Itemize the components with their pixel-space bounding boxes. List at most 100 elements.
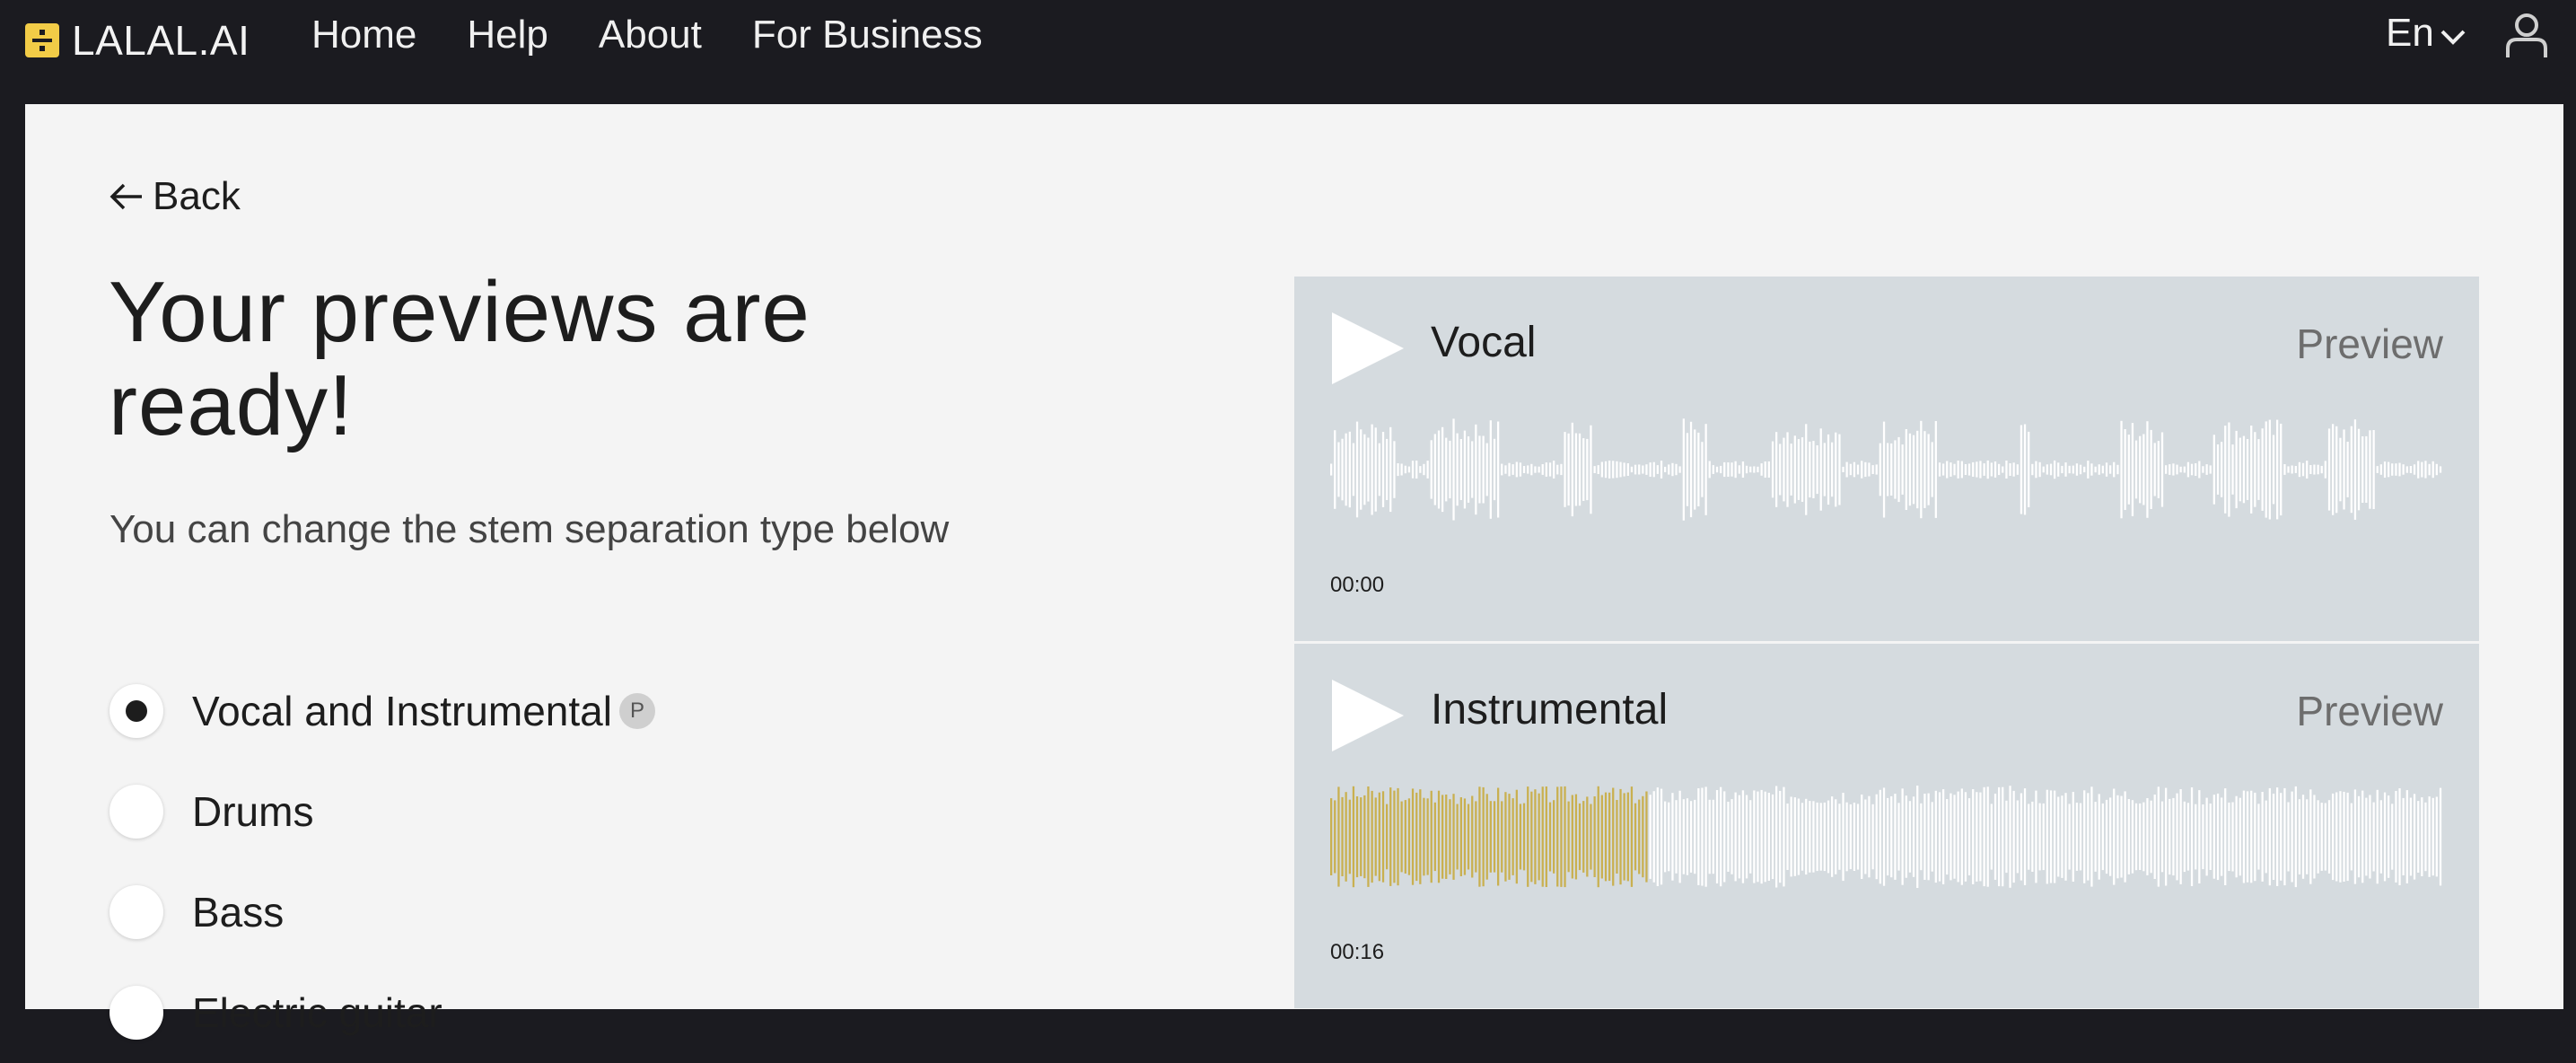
waveform[interactable] [1330, 411, 2443, 528]
waveform-bar [2324, 803, 2326, 871]
waveform-bar [1407, 798, 1411, 875]
waveform-bar [1927, 434, 1930, 505]
waveform-bar [1727, 802, 1730, 872]
waveform-bar [2212, 795, 2215, 879]
waveform-bar [2317, 800, 2319, 874]
waveform-bar [1741, 790, 1745, 883]
play-icon[interactable] [1330, 311, 1406, 386]
waveform-bar [1378, 792, 1380, 882]
waveform-bar [1950, 793, 1952, 881]
waveform-bar [1538, 466, 1540, 473]
user-icon[interactable] [2504, 13, 2549, 59]
waveform-bar [2153, 795, 2156, 879]
waveform-bar [2153, 443, 2156, 496]
waveform-bar [2431, 797, 2434, 876]
waveform-bar [1623, 462, 1625, 477]
option-vocal-instrumental[interactable]: Vocal and Instrumental P [110, 661, 655, 761]
waveform-bar [2176, 464, 2178, 475]
waveform-bar [2186, 803, 2190, 871]
waveform-bar [1993, 794, 1997, 880]
waveform-bar [1856, 804, 1860, 870]
logo[interactable]: LALAL.AI [25, 16, 250, 65]
waveform-bar [1704, 786, 1707, 887]
option-drums[interactable]: Drums [110, 761, 655, 862]
waveform-bar [1497, 787, 1500, 886]
waveform-bar [2075, 803, 2079, 871]
waveform-bar [1712, 465, 1714, 474]
option-bass[interactable]: Bass [110, 862, 655, 962]
waveform-bar [2068, 465, 2071, 474]
waveform[interactable] [1330, 778, 2443, 895]
waveform-bar [1738, 795, 1740, 879]
waveform-bar [1868, 462, 1871, 477]
back-button[interactable]: Back [110, 174, 241, 219]
waveform-bar [1793, 435, 1796, 504]
radio-button[interactable] [110, 885, 163, 939]
nav-about[interactable]: About [599, 13, 702, 57]
waveform-bar [1597, 465, 1599, 474]
waveform-bar [1345, 792, 1347, 882]
waveform-bar [1845, 461, 1848, 478]
waveform-bar [1534, 789, 1537, 884]
waveform-bar [1508, 794, 1511, 880]
waveform-bar [2020, 793, 2023, 881]
waveform-bar [1671, 793, 1674, 881]
waveform-bar [1522, 466, 1526, 473]
waveform-bar [1630, 466, 1634, 473]
waveform-bar [2165, 787, 2168, 886]
waveform-bar [1538, 793, 1540, 881]
main-panel: Back Your previews are ready! You can ch… [25, 104, 2563, 1040]
waveform-bar [2105, 799, 2108, 874]
waveform-bar [2250, 426, 2253, 514]
waveform-bar [1433, 802, 1436, 872]
waveform-bar [1819, 803, 1822, 871]
waveform-bar [1630, 786, 1634, 887]
waveform-bar [2090, 463, 2093, 476]
waveform-bar [1330, 463, 1333, 476]
waveform-bar [1660, 788, 1663, 885]
radio-button[interactable] [110, 785, 163, 839]
waveform-bar [1805, 798, 1808, 875]
language-selector[interactable]: En [2386, 11, 2466, 56]
waveform-bar [2431, 461, 2434, 479]
waveform-bar [2142, 434, 2145, 505]
waveform-bar [1645, 464, 1648, 475]
waveform-bar [2061, 465, 2063, 474]
nav-help[interactable]: Help [467, 13, 548, 57]
waveform-bar [1493, 801, 1496, 873]
radio-button[interactable] [110, 986, 163, 1040]
waveform-bar [1934, 790, 1937, 883]
waveform-bar [1767, 461, 1770, 478]
language-label: En [2386, 11, 2434, 55]
play-icon[interactable] [1330, 678, 1406, 753]
waveform-bar [2428, 463, 2431, 476]
waveform-bar [1861, 795, 1863, 879]
waveform-bar [2179, 789, 2182, 884]
waveform-bar [2094, 466, 2097, 473]
waveform-bar [1887, 797, 1889, 876]
waveform-bar [2169, 464, 2171, 475]
waveform-bar [1697, 788, 1700, 885]
nav-home[interactable]: Home [311, 13, 416, 57]
waveform-bar [1411, 461, 1415, 479]
waveform-bar [1604, 461, 1608, 479]
waveform-bar [2298, 799, 2301, 874]
waveform-bar [1682, 418, 1685, 521]
waveform-bar [1619, 461, 1622, 478]
waveform-bar [2228, 802, 2230, 872]
track-card-vocal: Vocal Preview 00:00 [1294, 277, 2479, 641]
waveform-bar [2291, 465, 2293, 474]
waveform-bar [1553, 800, 1555, 874]
waveform-bar [1879, 789, 1881, 884]
waveform-bar [1835, 799, 1837, 874]
waveform-bar [1753, 790, 1756, 883]
option-electric-guitar[interactable]: Electric guitar [110, 962, 655, 1063]
nav-for-business[interactable]: For Business [752, 13, 983, 57]
radio-button[interactable] [110, 684, 163, 738]
waveform-bar [1879, 443, 1881, 496]
waveform-bar [1530, 791, 1533, 883]
waveform-bar [2439, 466, 2442, 473]
waveform-bar [2157, 786, 2160, 887]
waveform-bar [2209, 804, 2212, 870]
waveform-bar [2075, 463, 2079, 476]
